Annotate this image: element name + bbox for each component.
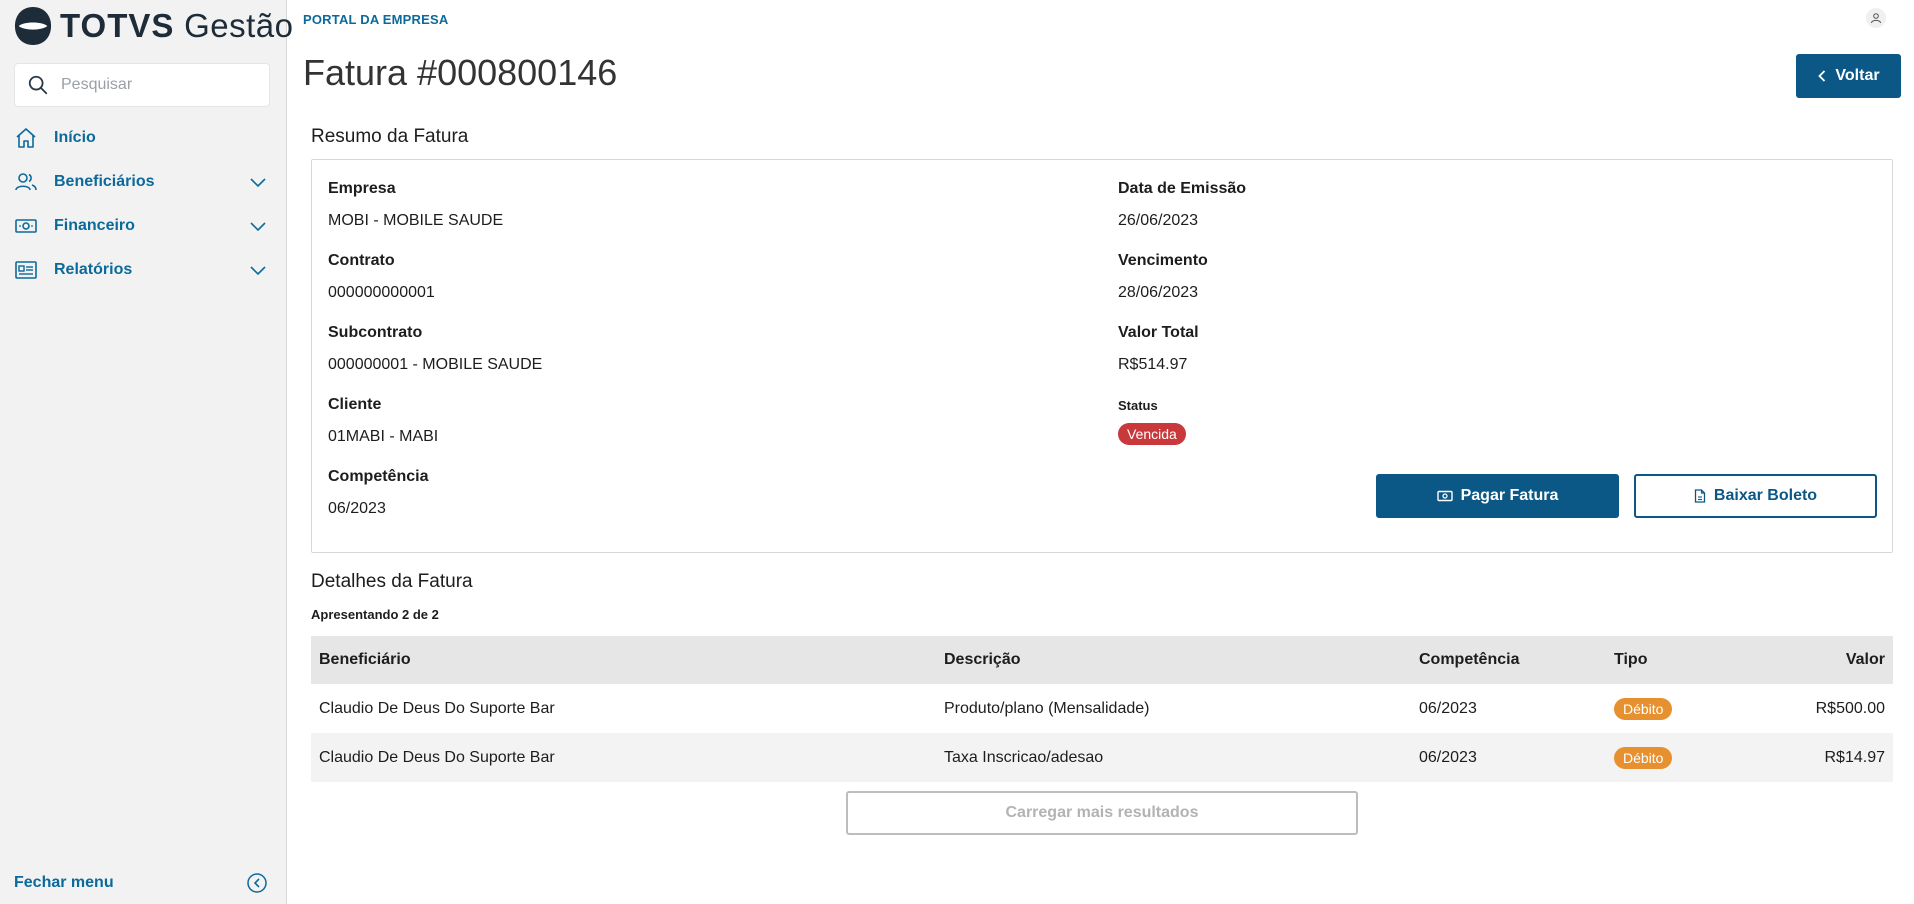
cell-tipo: Débito xyxy=(1614,697,1764,720)
column-header-beneficiario[interactable]: Beneficiário xyxy=(311,651,944,669)
field-cliente: Cliente 01MABI - MABI xyxy=(328,396,438,446)
type-badge: Débito xyxy=(1614,746,1673,769)
summary-card: Empresa MOBI - MOBILE SAUDE Contrato 000… xyxy=(311,159,1893,553)
column-header-descricao[interactable]: Descrição xyxy=(944,651,1419,669)
portal-label: PORTAL DA EMPRESA xyxy=(303,12,449,27)
home-icon xyxy=(16,128,36,148)
search-icon xyxy=(28,75,48,95)
details-title: Detalhes da Fatura xyxy=(311,571,473,592)
collapse-left-icon xyxy=(247,873,267,893)
field-value: 06/2023 xyxy=(328,500,386,517)
column-header-competencia[interactable]: Competência xyxy=(1419,651,1614,669)
sidebar-item-beneficiarios[interactable]: Beneficiários xyxy=(0,160,286,204)
chevron-down-icon[interactable] xyxy=(248,172,268,192)
field-subcontrato: Subcontrato 000000001 - MOBILE SAUDE xyxy=(328,324,542,374)
table-row: Claudio De Deus Do Suporte Bar Taxa Insc… xyxy=(311,733,1893,782)
column-header-valor[interactable]: Valor xyxy=(1764,651,1893,669)
field-label: Subcontrato xyxy=(328,324,423,341)
field-valor-total: Valor Total R$514.97 xyxy=(1118,324,1199,374)
download-boleto-label: Baixar Boleto xyxy=(1713,487,1818,504)
back-button[interactable]: Voltar xyxy=(1796,54,1901,98)
brand-name: TOTVS Gestão xyxy=(60,7,294,44)
results-count: Apresentando 2 de 2 xyxy=(311,607,439,622)
sidebar-item-label: Beneficiários xyxy=(54,173,155,190)
sidebar-item-label: Financeiro xyxy=(54,217,135,234)
user-glyph-icon xyxy=(1871,13,1881,24)
sidebar-item-financeiro[interactable]: Financeiro xyxy=(0,204,286,248)
field-data-emissao: Data de Emissão 26/06/2023 xyxy=(1118,180,1246,230)
table-row: Claudio De Deus Do Suporte Bar Produto/p… xyxy=(311,684,1893,733)
field-label: Status xyxy=(1118,398,1158,413)
user-icon[interactable] xyxy=(1866,8,1886,28)
column-header-tipo[interactable]: Tipo xyxy=(1614,651,1764,669)
people-icon xyxy=(15,173,37,191)
field-label: Vencimento xyxy=(1118,252,1208,269)
field-value: R$514.97 xyxy=(1118,356,1188,373)
sidebar: TOTVS Gestão Início Be xyxy=(0,0,293,904)
load-more-button[interactable]: Carregar mais resultados xyxy=(846,791,1358,835)
cell-beneficiario: Claudio De Deus Do Suporte Bar xyxy=(319,699,555,717)
field-competencia: Competência 06/2023 xyxy=(328,468,428,518)
cell-competencia: 06/2023 xyxy=(1419,748,1477,766)
cell-descricao: Produto/plano (Mensalidade) xyxy=(944,699,1150,717)
field-label: Contrato xyxy=(328,252,395,269)
field-status: Status Vencida xyxy=(1118,398,1186,445)
table-header: Beneficiário Descrição Competência Tipo … xyxy=(311,636,1893,684)
back-button-label: Voltar xyxy=(1835,67,1880,84)
sidebar-item-inicio[interactable]: Início xyxy=(0,116,286,160)
type-badge: Débito xyxy=(1614,697,1673,720)
chevron-left-icon xyxy=(1818,70,1826,82)
page-title: Fatura #000800146 xyxy=(303,52,618,93)
sidebar-item-label: Relatórios xyxy=(54,261,133,278)
sidebar-nav: Início Beneficiários Financeiro Relatóri… xyxy=(0,116,286,292)
chevron-down-icon[interactable] xyxy=(248,216,268,236)
field-label: Data de Emissão xyxy=(1118,180,1247,197)
cell-beneficiario: Claudio De Deus Do Suporte Bar xyxy=(319,748,555,766)
search-box[interactable] xyxy=(14,63,270,107)
close-menu-button[interactable]: Fechar menu xyxy=(0,862,286,904)
field-value: 000000001 - MOBILE SAUDE xyxy=(328,356,543,373)
sidebar-item-relatorios[interactable]: Relatórios xyxy=(0,248,286,292)
field-value: 01MABI - MABI xyxy=(328,428,439,445)
pay-invoice-button[interactable]: Pagar Fatura xyxy=(1376,474,1619,518)
field-value: 28/06/2023 xyxy=(1118,284,1199,301)
field-label: Valor Total xyxy=(1118,324,1199,341)
cell-competencia: 06/2023 xyxy=(1419,699,1477,717)
field-vencimento: Vencimento 28/06/2023 xyxy=(1118,252,1208,302)
invoice-details-table: Beneficiário Descrição Competência Tipo … xyxy=(311,636,1893,782)
download-boleto-button[interactable]: Baixar Boleto xyxy=(1634,474,1877,518)
app-root: TOTVS Gestão Início Be xyxy=(0,0,1914,904)
totvs-logo-icon xyxy=(14,7,52,45)
summary-title: Resumo da Fatura xyxy=(311,126,469,147)
field-value: MOBI - MOBILE SAUDE xyxy=(328,212,504,229)
money-icon xyxy=(1436,490,1453,502)
chevron-down-icon[interactable] xyxy=(248,260,268,280)
close-menu-label: Fechar menu xyxy=(14,874,114,891)
cell-descricao: Taxa Inscricao/adesao xyxy=(944,748,1104,766)
sidebar-item-label: Início xyxy=(54,129,96,146)
field-label: Empresa xyxy=(328,180,396,197)
report-icon xyxy=(15,261,37,279)
field-empresa: Empresa MOBI - MOBILE SAUDE xyxy=(328,180,503,230)
search-input[interactable] xyxy=(61,76,251,94)
pay-invoice-label: Pagar Fatura xyxy=(1460,487,1559,504)
field-value: 000000000001 xyxy=(328,284,435,301)
field-value: 26/06/2023 xyxy=(1118,212,1199,229)
status-badge: Vencida xyxy=(1118,423,1186,445)
field-contrato: Contrato 000000000001 xyxy=(328,252,435,302)
cell-valor: R$14.97 xyxy=(1824,748,1886,766)
field-label: Cliente xyxy=(328,396,382,413)
cell-tipo: Débito xyxy=(1614,746,1764,769)
money-icon xyxy=(15,219,37,233)
field-label: Competência xyxy=(328,468,429,485)
document-icon xyxy=(1694,489,1706,503)
cell-valor: R$500.00 xyxy=(1815,699,1885,717)
brand-logo[interactable]: TOTVS Gestão xyxy=(14,6,294,46)
